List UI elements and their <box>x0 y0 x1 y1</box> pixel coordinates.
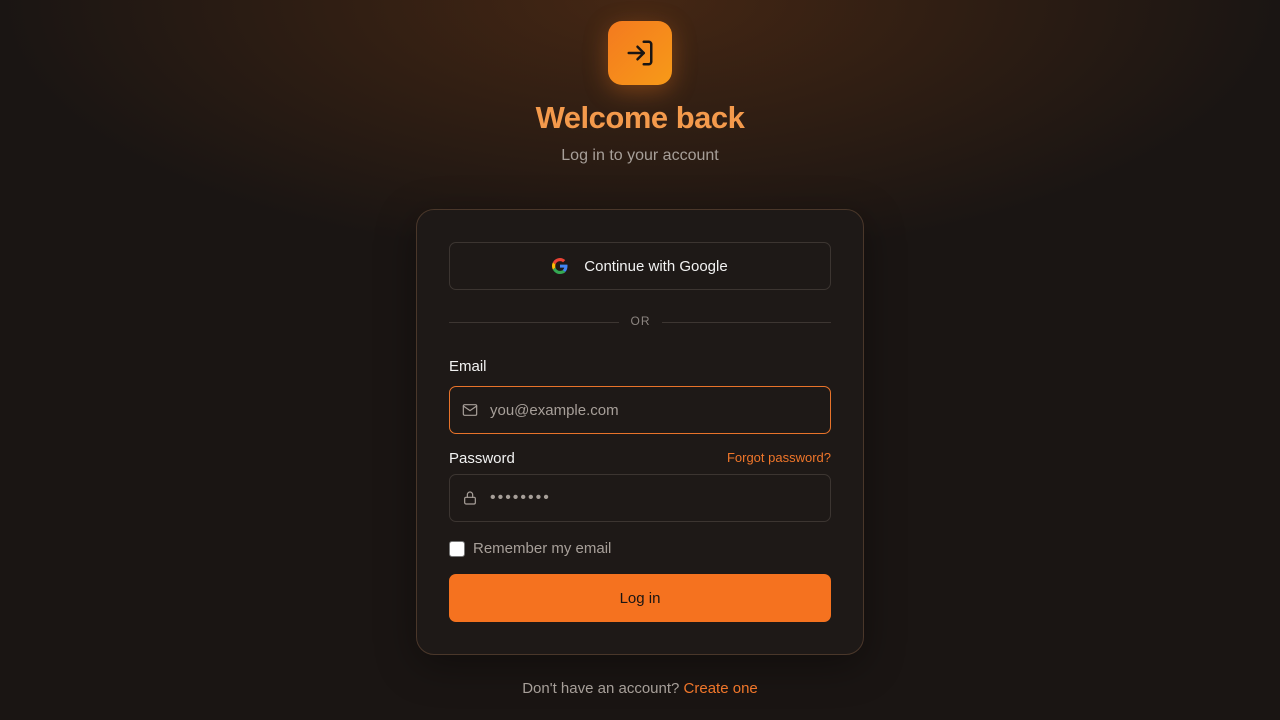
divider-line-right <box>662 322 831 323</box>
lock-icon <box>464 491 476 505</box>
page-subtitle: Log in to your account <box>561 147 719 164</box>
google-logo-icon <box>552 258 568 274</box>
login-button[interactable]: Log in <box>449 574 831 622</box>
forgot-password-link[interactable]: Forgot password? <box>727 450 831 465</box>
email-field-wrapper[interactable] <box>449 386 831 434</box>
password-field-wrapper[interactable] <box>449 474 831 522</box>
email-label: Email <box>449 358 487 375</box>
login-card: Continue with Google OR Email Password F… <box>416 209 864 655</box>
page-title: Welcome back <box>535 100 745 135</box>
google-signin-button[interactable]: Continue with Google <box>449 242 831 290</box>
login-button-label: Log in <box>619 589 661 607</box>
remember-checkbox[interactable] <box>449 540 465 557</box>
mail-icon <box>462 404 478 416</box>
google-button-label: Continue with Google <box>584 257 728 275</box>
remember-email-row[interactable]: Remember my email <box>449 540 611 557</box>
remember-label: Remember my email <box>473 540 612 557</box>
password-input[interactable] <box>490 475 820 521</box>
divider-line-left <box>449 322 619 323</box>
email-input[interactable] <box>490 387 820 433</box>
divider-text: OR <box>630 314 651 328</box>
signup-prompt: Don't have an account? Create one <box>0 680 1280 697</box>
or-divider: OR <box>449 313 831 331</box>
signup-prompt-text: Don't have an account? <box>522 680 680 697</box>
password-label: Password <box>449 450 515 467</box>
app-logo <box>608 21 672 85</box>
login-arrow-icon <box>627 40 653 66</box>
create-account-link[interactable]: Create one <box>684 680 758 697</box>
